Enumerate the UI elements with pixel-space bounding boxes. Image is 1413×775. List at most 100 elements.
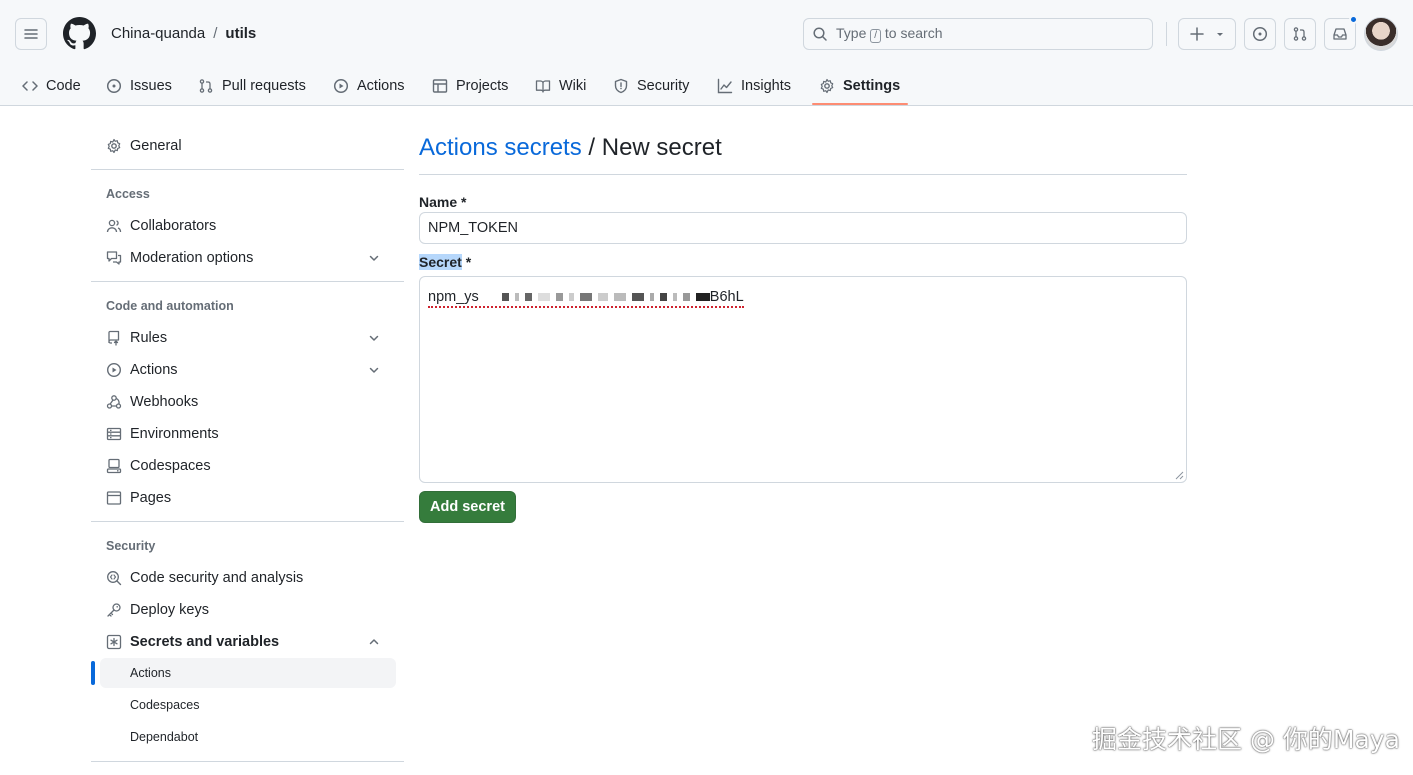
github-logo-icon[interactable] <box>63 17 96 50</box>
redacted-block <box>649 293 654 301</box>
issue-opened-icon <box>106 78 122 94</box>
codescan-icon <box>107 571 122 586</box>
shield-icon <box>614 78 628 94</box>
redacted-block <box>514 293 519 301</box>
sidebar-item-deploy-keys[interactable]: Deploy keys <box>91 594 396 626</box>
path-separator: / <box>213 25 218 42</box>
sidebar-item-collaborators[interactable]: Collaborators <box>91 210 396 242</box>
repo-nav-tabs: Code Issues Pull requests Actions Projec… <box>0 66 1413 106</box>
code-icon <box>22 81 38 91</box>
sidebar-subitem-actions[interactable]: Actions <box>100 658 396 688</box>
sidebar-item-general[interactable]: General <box>91 130 396 162</box>
codespaces-icon <box>106 458 122 474</box>
repo-link[interactable]: utils <box>225 25 256 42</box>
top-bar: China-quanda / utils Type / to search <box>0 0 1413 66</box>
inbox-icon <box>1333 28 1347 40</box>
required-mark: * <box>465 254 472 270</box>
webhook-icon <box>106 395 122 409</box>
resize-handle-icon[interactable] <box>1175 471 1184 480</box>
title-separator: / <box>581 134 602 161</box>
redacted-block <box>672 293 677 301</box>
secret-label: Secret * <box>419 254 471 270</box>
add-secret-button[interactable]: Add secret <box>419 491 516 523</box>
search-shortcut-key: / <box>870 29 882 43</box>
breadcrumb: China-quanda / utils <box>111 25 256 42</box>
tab-projects[interactable]: Projects <box>432 66 508 106</box>
search-input[interactable]: Type / to search <box>803 18 1153 50</box>
chevron-down-icon <box>369 255 379 261</box>
sidebar-divider <box>91 761 404 762</box>
tab-wiki[interactable]: Wiki <box>535 66 586 106</box>
sidebar-item-label: Moderation options <box>130 250 254 266</box>
issues-button[interactable] <box>1244 18 1276 50</box>
gear-icon <box>820 78 834 94</box>
browser-icon <box>106 491 122 505</box>
secret-value-textarea[interactable]: npm_ys B6hL <box>419 276 1187 483</box>
gear-icon <box>107 138 121 154</box>
sidebar-subitem-codespaces[interactable]: Codespaces <box>100 690 396 720</box>
sidebar-subitem-dependabot[interactable]: Dependabot <box>100 722 396 752</box>
issue-opened-icon <box>1252 26 1268 42</box>
table-icon <box>432 79 448 93</box>
sidebar-subitem-label: Actions <box>130 666 171 680</box>
secret-visible-end: B6hL <box>709 289 744 305</box>
secret-name-input[interactable] <box>419 212 1187 244</box>
sidebar-item-codespaces[interactable]: Codespaces <box>91 450 396 482</box>
tab-label: Projects <box>456 78 509 94</box>
chevron-down-icon <box>369 367 379 373</box>
tab-insights[interactable]: Insights <box>717 66 791 106</box>
chevron-down-icon <box>369 335 379 341</box>
inbox-button[interactable] <box>1324 15 1358 50</box>
sidebar-item-pages[interactable]: Pages <box>91 482 396 514</box>
git-pull-request-icon <box>1293 27 1307 41</box>
sidebar-heading-access: Access <box>106 187 150 201</box>
chevron-up-icon <box>369 639 379 645</box>
redacted-block <box>682 293 690 301</box>
hamburger-menu-button[interactable] <box>15 18 47 50</box>
sidebar-heading-security: Security <box>106 539 156 553</box>
search-placeholder: Type / to search <box>836 25 943 43</box>
tab-label: Code <box>46 78 81 94</box>
title-current: New secret <box>601 134 722 161</box>
sidebar-item-actions[interactable]: Actions <box>91 354 396 386</box>
avatar[interactable] <box>1364 17 1398 51</box>
sidebar-item-rules[interactable]: Rules <box>91 322 396 354</box>
play-icon <box>333 78 349 94</box>
tab-pull-requests[interactable]: Pull requests <box>198 66 306 106</box>
people-icon <box>106 219 122 233</box>
create-new-button[interactable] <box>1178 18 1236 50</box>
sidebar-item-webhooks[interactable]: Webhooks <box>91 386 396 418</box>
tab-settings[interactable]: Settings <box>819 66 900 106</box>
sidebar-item-secrets-variables[interactable]: Secrets and variables <box>91 626 396 658</box>
tab-actions[interactable]: Actions <box>333 66 405 106</box>
actions-secrets-link[interactable]: Actions secrets <box>419 134 582 161</box>
redacted-block <box>613 293 626 301</box>
tab-label: Pull requests <box>222 78 306 94</box>
sidebar-item-label: Codespaces <box>130 458 211 474</box>
sidebar-item-environments[interactable]: Environments <box>91 418 396 450</box>
sidebar-item-code-security[interactable]: Code security and analysis <box>91 562 396 594</box>
graph-icon <box>717 78 733 94</box>
owner-link[interactable]: China-quanda <box>111 25 205 42</box>
secret-visible-start: npm_ys <box>428 289 479 305</box>
required-mark: * <box>461 194 467 210</box>
sidebar-item-label: General <box>130 138 182 154</box>
redacted-block <box>579 293 592 301</box>
tab-label: Security <box>637 78 690 94</box>
tab-code[interactable]: Code <box>22 66 81 106</box>
tab-label: Insights <box>741 78 791 94</box>
sidebar-item-moderation[interactable]: Moderation options <box>91 242 396 274</box>
redacted-block <box>597 293 608 301</box>
search-icon <box>813 27 827 41</box>
tab-security[interactable]: Security <box>613 66 689 106</box>
redacted-block <box>568 293 574 301</box>
pull-requests-button[interactable] <box>1284 18 1316 50</box>
sidebar-divider <box>91 169 404 170</box>
tab-label: Actions <box>357 78 405 94</box>
sidebar-subitem-label: Dependabot <box>130 730 199 744</box>
title-divider <box>419 174 1187 175</box>
repo-push-icon <box>108 330 120 346</box>
sidebar-subitem-label: Codespaces <box>130 698 200 712</box>
secret-label-text: Secret <box>419 254 462 270</box>
tab-issues[interactable]: Issues <box>106 66 172 106</box>
